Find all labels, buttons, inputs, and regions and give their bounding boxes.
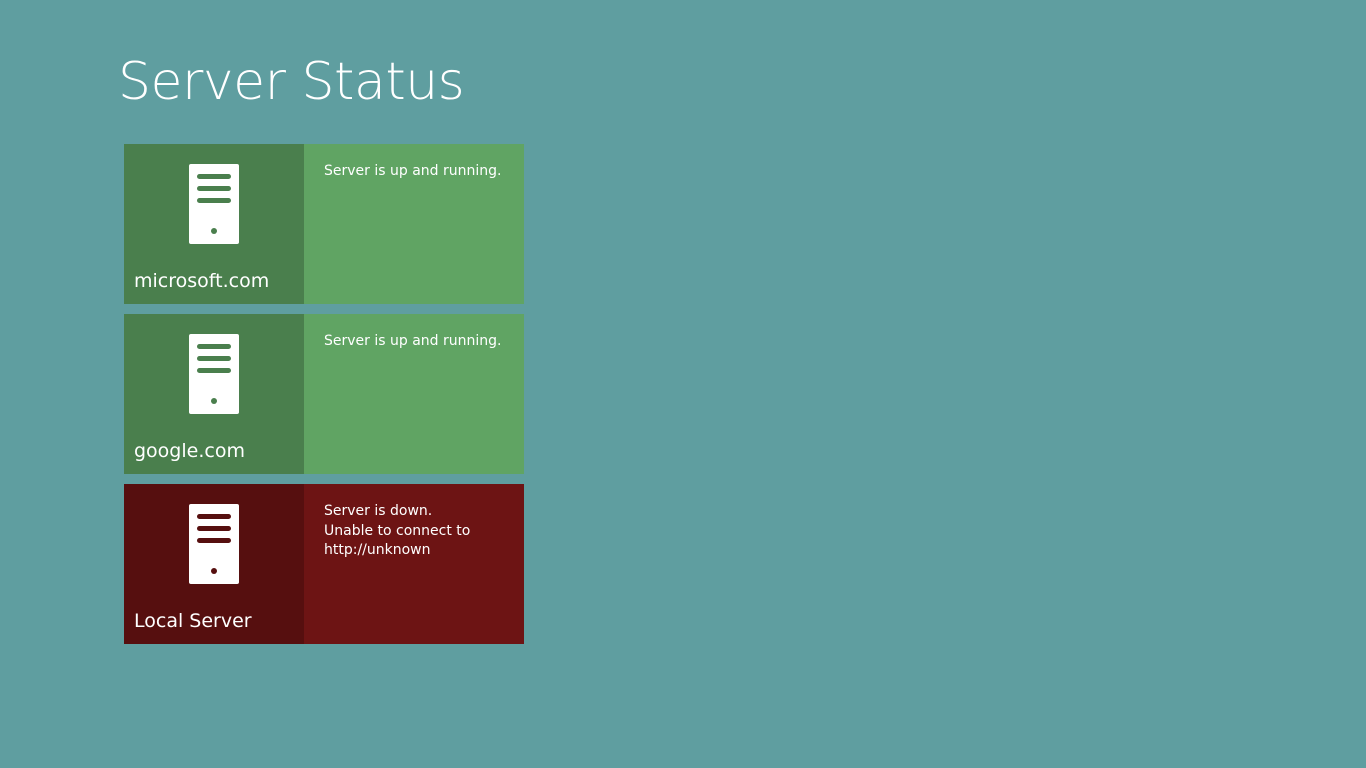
server-name: Local Server bbox=[134, 610, 252, 632]
status-message-line: Server is down. bbox=[324, 503, 433, 519]
server-name: google.com bbox=[134, 440, 245, 462]
server-icon bbox=[189, 334, 239, 414]
server-status-panel: Server is up and running. bbox=[304, 314, 524, 474]
status-message-line: http://unknown bbox=[324, 542, 431, 558]
status-message: Server is up and running. bbox=[324, 333, 502, 349]
server-icon bbox=[189, 164, 239, 244]
server-status-panel: Server is up and running. bbox=[304, 144, 524, 304]
server-list: microsoft.com Server is up and running. … bbox=[124, 144, 524, 654]
server-tile-identity: Local Server bbox=[124, 484, 304, 644]
server-tile-google[interactable]: google.com Server is up and running. bbox=[124, 314, 524, 474]
server-tile-identity: microsoft.com bbox=[124, 144, 304, 304]
page-title: Server Status bbox=[118, 52, 465, 112]
server-tile-local[interactable]: Local Server Server is down. Unable to c… bbox=[124, 484, 524, 644]
status-message: Server is up and running. bbox=[324, 163, 502, 179]
server-tile-microsoft[interactable]: microsoft.com Server is up and running. bbox=[124, 144, 524, 304]
status-message-line: Unable to connect to bbox=[324, 522, 471, 539]
server-tile-identity: google.com bbox=[124, 314, 304, 474]
server-icon bbox=[189, 504, 239, 584]
server-name: microsoft.com bbox=[134, 270, 270, 292]
server-status-panel: Server is down. Unable to connect to htt… bbox=[304, 484, 524, 644]
